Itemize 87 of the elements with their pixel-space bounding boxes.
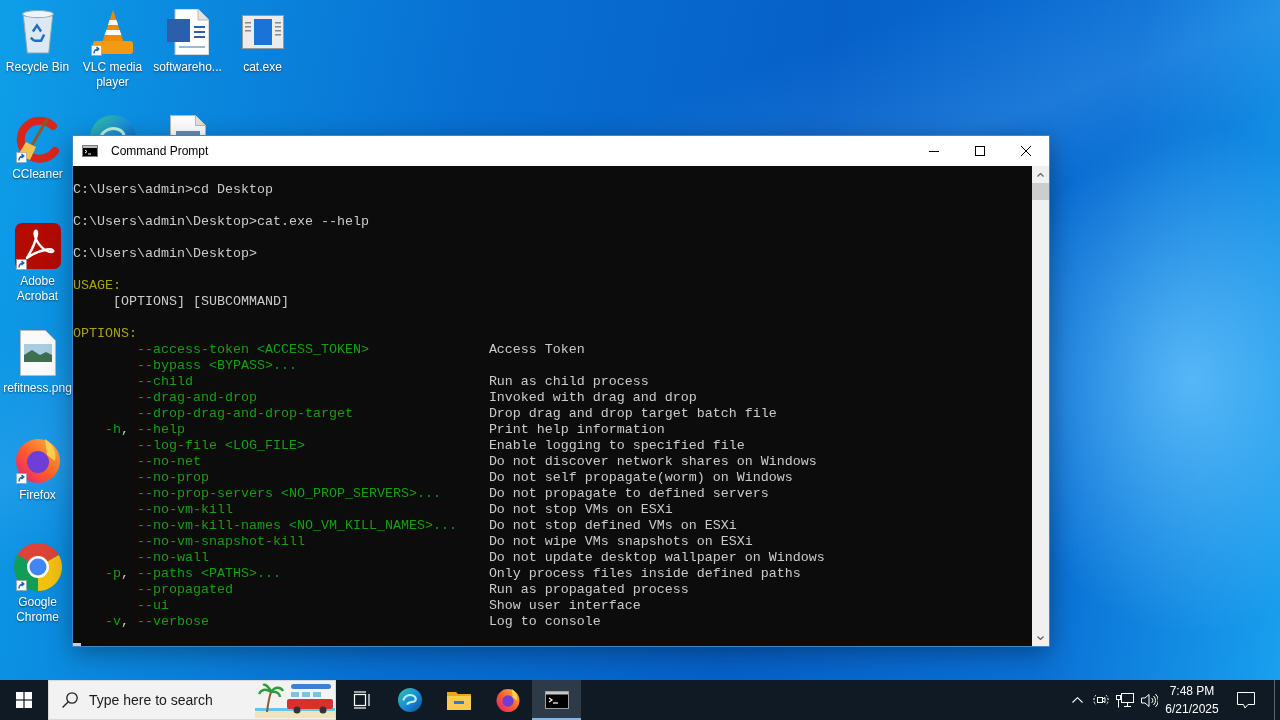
firefox-icon[interactable] xyxy=(14,437,61,483)
desktop-icon-label[interactable]: cat.exe xyxy=(225,60,300,75)
option-name: --drop-drag-and-drop-target xyxy=(136,406,353,422)
option-description: Do not propagate to defined servers xyxy=(488,486,769,502)
option-name: --no-prop-servers <NO_PROP_SERVERS>... xyxy=(136,486,441,502)
option-name: --no-vm-kill xyxy=(136,502,233,518)
option-name: --no-vm-kill-names <NO_VM_KILL_NAMES>... xyxy=(136,518,457,534)
option-description: Run as child process xyxy=(488,374,649,390)
image-file-icon[interactable] xyxy=(19,330,56,376)
clock-button[interactable]: 7:48 PM 6/21/2025 xyxy=(1163,680,1221,720)
usage-text: [OPTIONS] [SUBCOMMAND] xyxy=(113,294,289,310)
option-name: --verbose xyxy=(136,614,209,630)
option-name: --help xyxy=(136,422,185,438)
option-name: --child xyxy=(136,374,193,390)
option-name: --log-file <LOG_FILE> xyxy=(136,438,305,454)
pdf-icon[interactable] xyxy=(14,223,61,269)
recycle-bin-icon[interactable] xyxy=(20,10,55,54)
taskbar-app-button[interactable] xyxy=(532,680,581,720)
chevron-up-icon xyxy=(1071,697,1083,703)
speaker-icon xyxy=(1140,692,1158,708)
option-description: Enable logging to specified file xyxy=(488,438,745,454)
section-heading: OPTIONS: xyxy=(73,326,137,342)
desktop-icon-label[interactable]: refitness.png xyxy=(0,381,75,396)
scrollbar[interactable] xyxy=(1032,166,1049,646)
desktop-icon-label[interactable]: Recycle Bin xyxy=(0,60,75,75)
caret-up-icon xyxy=(1037,172,1044,177)
option-description: Print help information xyxy=(488,422,665,438)
option-short-name: -p, xyxy=(105,566,129,582)
option-description: Do not update desktop wallpaper on Windows xyxy=(488,550,825,566)
caret-down-icon xyxy=(1037,635,1044,640)
option-description: Only process files inside defined paths xyxy=(488,566,801,582)
option-description: Log to console xyxy=(488,614,601,630)
document-icon[interactable] xyxy=(166,9,209,55)
desktop-icon-label[interactable]: CCleaner xyxy=(0,167,75,182)
text-cursor xyxy=(73,643,81,646)
search-icon xyxy=(62,692,78,708)
command-line: C:\Users\admin>cd Desktop xyxy=(73,182,273,198)
minimize-icon xyxy=(929,150,939,152)
desktop-icon-label[interactable]: softwareho... xyxy=(150,60,225,75)
firefox-icon[interactable] xyxy=(495,688,520,712)
command-line: C:\Users\admin\Desktop> xyxy=(73,246,257,262)
terminal-icon xyxy=(82,145,98,157)
option-description: Do not stop defined VMs on ESXi xyxy=(488,518,737,534)
folder-icon[interactable] xyxy=(446,690,471,710)
desktop-icon-label[interactable]: VLC media player xyxy=(75,60,150,90)
option-name: --ui xyxy=(136,598,169,614)
option-name: --no-wall xyxy=(136,550,209,566)
desktop-icon-label[interactable]: Firefox xyxy=(0,488,75,503)
speech-bubble-icon xyxy=(1237,691,1255,709)
terminal-icon[interactable] xyxy=(544,691,569,709)
option-name: --propagated xyxy=(136,582,233,598)
option-short-name: -h, xyxy=(105,422,129,438)
option-name: --access-token <ACCESS_TOKEN> xyxy=(136,342,369,358)
search-input[interactable]: Type here to search xyxy=(89,690,255,710)
option-description: Run as propagated process xyxy=(488,582,689,598)
scrollbar-thumb[interactable] xyxy=(1032,183,1049,200)
option-description: Drop drag and drop target batch file xyxy=(488,406,777,422)
option-description: Show user interface xyxy=(488,598,641,614)
option-description: Do not wipe VMs snapshots on ESXi xyxy=(488,534,753,550)
option-description: Access Token xyxy=(488,342,585,358)
close-icon xyxy=(1021,146,1031,156)
chrome-icon[interactable] xyxy=(13,543,62,591)
option-name: --no-net xyxy=(136,454,201,470)
section-heading: USAGE: xyxy=(73,278,121,294)
traffic-cone-icon[interactable] xyxy=(90,10,135,54)
maximize-icon xyxy=(975,146,985,156)
option-description: Do not discover network shares on Windows xyxy=(488,454,817,470)
document-icon[interactable] xyxy=(169,115,206,135)
beach-van-icon[interactable] xyxy=(255,682,335,718)
windows-logo-icon xyxy=(16,692,32,708)
option-name: --bypass <BYPASS>... xyxy=(136,358,297,374)
search-bar[interactable]: Type here to search xyxy=(48,680,336,720)
option-short-name: -v, xyxy=(105,614,129,630)
option-name: --drag-and-drop xyxy=(136,390,257,406)
option-description: Invoked with drag and drop xyxy=(488,390,697,406)
desktop-icon-label[interactable]: Adobe Acrobat xyxy=(0,274,75,304)
browser-icon[interactable] xyxy=(397,688,422,712)
option-name: --no-vm-snapshot-kill xyxy=(136,534,305,550)
desktop-icon-label[interactable]: Google Chrome xyxy=(0,595,75,625)
network-icon xyxy=(1116,692,1134,708)
app-window-icon[interactable] xyxy=(241,15,284,49)
option-description: Do not stop VMs on ESXi xyxy=(488,502,673,518)
command-line: C:\Users\admin\Desktop>cat.exe --help xyxy=(73,214,369,230)
option-description: Do not self propagate(worm) on Windows xyxy=(488,470,793,486)
option-name: --no-prop xyxy=(136,470,209,486)
window-title: Command Prompt xyxy=(111,144,209,158)
option-name: --paths <PATHS>... xyxy=(136,566,281,582)
